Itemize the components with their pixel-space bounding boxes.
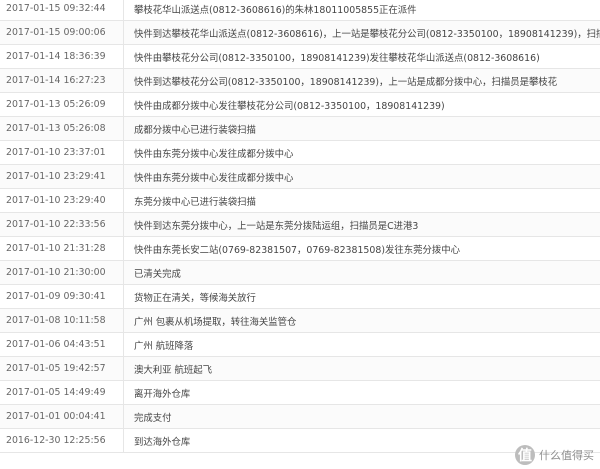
tracking-row: 2017-01-15 09:32:44 攀枝花华山派送点(0812-3608616…	[0, 0, 600, 21]
tracking-row: 2017-01-10 23:29:41 快件由东莞分拨中心发往成都分拨中心	[0, 164, 600, 189]
tracking-row: 2017-01-13 05:26:09 快件由成都分拨中心发往攀枝花分公司(081…	[0, 92, 600, 117]
tracking-time: 2017-01-13 05:26:09	[0, 92, 124, 117]
tracking-row: 2017-01-01 00:04:41 完成支付	[0, 404, 600, 429]
tracking-time: 2017-01-01 00:04:41	[0, 404, 124, 429]
tracking-time: 2017-01-10 23:29:40	[0, 188, 124, 213]
tracking-time: 2017-01-05 14:49:49	[0, 380, 124, 405]
tracking-time: 2017-01-15 09:00:06	[0, 20, 124, 45]
tracking-description: 快件由攀枝花分公司(0812-3350100，18908141239)发往攀枝花…	[123, 44, 600, 69]
tracking-description: 离开海外仓库	[123, 380, 600, 405]
tracking-time: 2017-01-10 21:31:28	[0, 236, 124, 261]
tracking-row: 2017-01-09 09:30:41 货物正在清关，等候海关放行	[0, 284, 600, 309]
tracking-row: 2017-01-13 05:26:08 成都分拨中心已进行装袋扫描	[0, 116, 600, 141]
tracking-time: 2017-01-05 19:42:57	[0, 356, 124, 381]
tracking-description: 快件到达攀枝花分公司(0812-3350100，18908141239)，上一站…	[123, 68, 600, 93]
tracking-row: 2017-01-14 18:36:39 快件由攀枝花分公司(0812-335010…	[0, 44, 600, 69]
tracking-description: 广州 包裹从机场提取，转往海关监管仓	[123, 308, 600, 333]
tracking-time: 2017-01-14 18:36:39	[0, 44, 124, 69]
tracking-time: 2017-01-10 23:37:01	[0, 140, 124, 165]
tracking-description: 广州 航班降落	[123, 332, 600, 357]
tracking-description: 成都分拨中心已进行装袋扫描	[123, 116, 600, 141]
tracking-description: 快件由东莞长安二站(0769-82381507，0769-82381508)发往…	[123, 236, 600, 261]
tracking-row: 2017-01-10 21:30:00 已清关完成	[0, 260, 600, 285]
tracking-row: 2017-01-15 09:00:06 快件到达攀枝花华山派送点(0812-360…	[0, 20, 600, 45]
tracking-row: 2017-01-10 22:33:56 快件到达东莞分拨中心，上一站是东莞分拨陆运…	[0, 212, 600, 237]
tracking-description: 东莞分拨中心已进行装袋扫描	[123, 188, 600, 213]
tracking-description: 货物正在清关，等候海关放行	[123, 284, 600, 309]
tracking-description: 快件到达攀枝花华山派送点(0812-3608616)，上一站是攀枝花分公司(08…	[123, 20, 600, 45]
tracking-time: 2017-01-10 23:29:41	[0, 164, 124, 189]
tracking-time: 2017-01-14 16:27:23	[0, 68, 124, 93]
tracking-row: 2016-12-30 12:25:56 到达海外仓库	[0, 428, 600, 453]
watermark-text: 什么值得买	[539, 449, 594, 462]
tracking-description: 快件由成都分拨中心发往攀枝花分公司(0812-3350100，189081412…	[123, 92, 600, 117]
watermark: 值 什么值得买	[515, 445, 594, 465]
watermark-logo-icon: 值	[515, 445, 535, 465]
tracking-table: 2017-01-15 09:32:44 攀枝花华山派送点(0812-3608616…	[0, 0, 600, 453]
tracking-row: 2017-01-14 16:27:23 快件到达攀枝花分公司(0812-33501…	[0, 68, 600, 93]
tracking-time: 2017-01-10 21:30:00	[0, 260, 124, 285]
tracking-description: 快件由东莞分拨中心发往成都分拨中心	[123, 140, 600, 165]
tracking-description: 已清关完成	[123, 260, 600, 285]
tracking-time: 2017-01-10 22:33:56	[0, 212, 124, 237]
tracking-row: 2017-01-05 19:42:57 澳大利亚 航班起飞	[0, 356, 600, 381]
tracking-description: 完成支付	[123, 404, 600, 429]
tracking-time: 2016-12-30 12:25:56	[0, 428, 124, 453]
tracking-description: 快件到达东莞分拨中心，上一站是东莞分拨陆运组，扫描员是C进港3	[123, 212, 600, 237]
tracking-time: 2017-01-08 10:11:58	[0, 308, 124, 333]
tracking-time: 2017-01-09 09:30:41	[0, 284, 124, 309]
tracking-time: 2017-01-06 04:43:51	[0, 332, 124, 357]
tracking-description: 澳大利亚 航班起飞	[123, 356, 600, 381]
tracking-time: 2017-01-13 05:26:08	[0, 116, 124, 141]
tracking-row: 2017-01-05 14:49:49 离开海外仓库	[0, 380, 600, 405]
tracking-row: 2017-01-10 23:37:01 快件由东莞分拨中心发往成都分拨中心	[0, 140, 600, 165]
tracking-row: 2017-01-08 10:11:58 广州 包裹从机场提取，转往海关监管仓	[0, 308, 600, 333]
tracking-row: 2017-01-10 23:29:40 东莞分拨中心已进行装袋扫描	[0, 188, 600, 213]
tracking-description: 快件由东莞分拨中心发往成都分拨中心	[123, 164, 600, 189]
tracking-row: 2017-01-10 21:31:28 快件由东莞长安二站(0769-823815…	[0, 236, 600, 261]
tracking-row: 2017-01-06 04:43:51 广州 航班降落	[0, 332, 600, 357]
tracking-description: 攀枝花华山派送点(0812-3608616)的朱林18011005855正在派件	[123, 0, 600, 21]
tracking-table-body: 2017-01-15 09:32:44 攀枝花华山派送点(0812-3608616…	[0, 0, 600, 453]
tracking-time: 2017-01-15 09:32:44	[0, 0, 124, 21]
